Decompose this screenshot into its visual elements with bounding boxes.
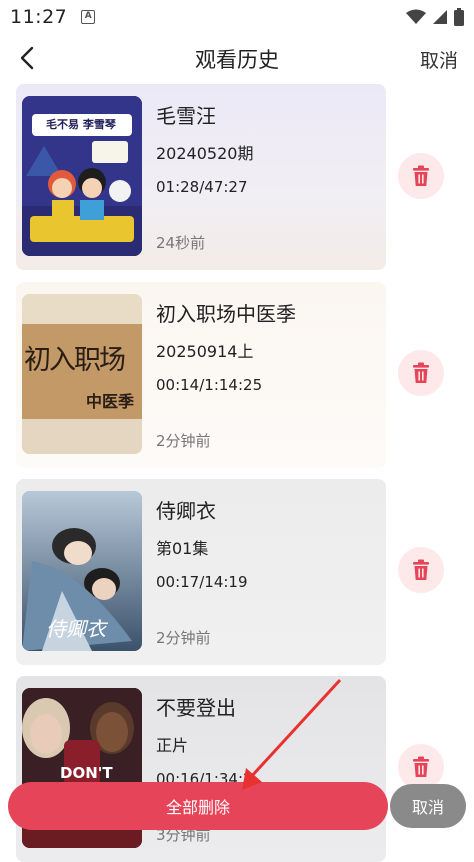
annotation-arrow-icon [242, 678, 342, 790]
